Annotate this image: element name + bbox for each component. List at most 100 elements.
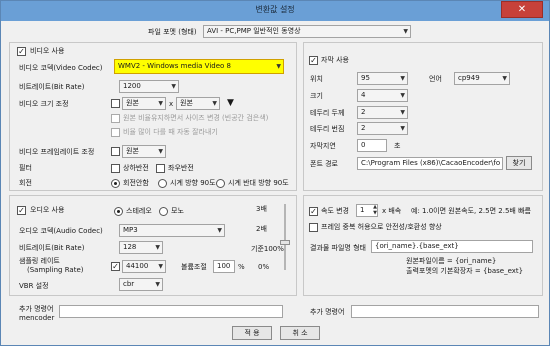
file-format-label: 파일 포멧 (형태): [148, 28, 197, 36]
chevron-down-icon: ▼: [400, 125, 405, 132]
audio-use-checkbox[interactable]: ✓: [17, 206, 26, 215]
output-name-label: 결과물 파일명 형태: [310, 244, 366, 252]
volume-unit: %: [238, 263, 245, 271]
apply-button[interactable]: 적 용: [232, 326, 272, 340]
subtitle-position-value: 95: [361, 74, 370, 82]
mencoder-label-2: mencoder: [19, 314, 55, 322]
chevron-down-icon: ▼: [217, 227, 222, 234]
chevron-down-icon: ▼: [502, 75, 507, 82]
video-framerate-select[interactable]: 원본 ▼: [122, 145, 166, 158]
down-triangle-icon[interactable]: ▼: [227, 97, 234, 109]
mono-radio[interactable]: [159, 207, 168, 216]
video-framerate-label: 비디오 프레임레이트 조정: [19, 148, 95, 156]
video-use-checkbox[interactable]: ✓: [17, 47, 26, 56]
extra-cmd-input[interactable]: [351, 305, 539, 318]
rotate-cw-radio[interactable]: [158, 179, 167, 188]
flip-v-checkbox[interactable]: [111, 164, 120, 173]
volume-label: 볼륨조절: [181, 263, 207, 271]
samplerate-select[interactable]: 44100 ▼: [122, 260, 166, 273]
video-codec-label: 비디오 코덱(Video Codec): [19, 64, 103, 72]
speed-spinner-icon[interactable]: ▲ ▼: [371, 204, 379, 217]
font-path-input[interactable]: C:\Program Files (x86)\CacaoEncoder\fo: [357, 157, 503, 170]
rotate-none-label: 회전안함: [123, 179, 149, 187]
window-title: 변환값 설정: [255, 5, 295, 14]
subtitle-blur-label: 테두리 번짐: [310, 125, 345, 133]
filter-label: 필터: [19, 164, 32, 172]
keep-ratio-checkbox[interactable]: [111, 114, 120, 123]
keep-ratio-label: 원본 비율유지하면서 사이즈 변경 (빈공간 검은색): [123, 114, 269, 122]
subtitle-size-label: 크기: [310, 92, 323, 100]
subtitle-size-select[interactable]: 4 ▼: [357, 89, 408, 102]
video-bitrate-value: 1200: [123, 82, 141, 90]
slider-3x-label: 3배: [256, 205, 267, 213]
vbr-value: cbr: [123, 280, 135, 288]
speed-checkbox[interactable]: ✓: [309, 207, 318, 216]
audio-bitrate-label: 비트레이트(Bit Rate): [19, 244, 85, 252]
frame-dup-checkbox[interactable]: [309, 223, 318, 232]
video-codec-value: WMV2 - Windows media Video 8: [118, 62, 231, 70]
rotate-ccw-radio[interactable]: [216, 179, 225, 188]
flip-h-label: 좌우반전: [168, 164, 194, 172]
volume-slider-thumb[interactable]: [280, 240, 290, 245]
slider-default-label: 기준100%: [251, 245, 284, 253]
subtitle-border-select[interactable]: 2 ▼: [357, 106, 408, 119]
video-bitrate-select[interactable]: 1200 ▼: [119, 80, 179, 93]
chevron-down-icon: ▼: [155, 281, 160, 288]
rotate-ccw-label: 시계 반대 방향 90도: [228, 179, 289, 187]
auto-crop-checkbox[interactable]: [111, 128, 120, 137]
video-framerate-checkbox[interactable]: [111, 147, 120, 156]
cancel-button[interactable]: 취 소: [280, 326, 320, 340]
video-size-checkbox[interactable]: [111, 99, 120, 108]
audio-codec-select[interactable]: MP3 ▼: [119, 224, 225, 237]
subtitle-position-select[interactable]: 95 ▼: [357, 72, 408, 85]
chevron-down-icon: ▼: [155, 244, 160, 251]
chevron-down-icon: ▼: [400, 75, 405, 82]
vbr-select[interactable]: cbr ▼: [119, 278, 163, 291]
subtitle-lang-select[interactable]: cp949 ▼: [454, 72, 510, 85]
video-codec-select[interactable]: WMV2 - Windows media Video 8 ▼: [114, 59, 284, 74]
video-use-label: 비디오 사용: [30, 47, 65, 55]
browse-button[interactable]: 찾기: [506, 156, 532, 170]
slider-zero-label: 0%: [258, 263, 270, 271]
audio-bitrate-select[interactable]: 128 ▼: [119, 241, 163, 254]
close-button[interactable]: ✕: [501, 1, 543, 18]
subtitle-blur-value: 2: [361, 124, 366, 132]
stereo-radio[interactable]: [114, 207, 123, 216]
speed-label: 속도 변경: [321, 207, 349, 215]
samplerate-checkbox[interactable]: ✓: [111, 262, 120, 271]
mencoder-cmd-input[interactable]: [59, 305, 283, 318]
subtitle-use-label: 자막 사용: [321, 56, 349, 64]
video-size-x: x: [169, 100, 174, 108]
font-path-label: 폰트 경로: [310, 160, 338, 168]
volume-input[interactable]: 100: [213, 260, 235, 273]
audio-bitrate-value: 128: [123, 243, 137, 251]
vbr-label: VBR 설정: [19, 282, 49, 290]
chevron-down-icon: ▼: [400, 109, 405, 116]
subtitle-delay-input[interactable]: 0: [357, 139, 387, 152]
video-width-select[interactable]: 원본 ▼: [122, 97, 166, 110]
speed-description: 예: 1.0이면 원본속도, 2.5면 2.5배 빠름: [411, 207, 531, 215]
chevron-down-icon: ▼: [171, 83, 176, 90]
output-name-input[interactable]: {ori_name}.{base_ext}: [371, 240, 533, 253]
video-height-select[interactable]: 원본 ▼: [176, 97, 220, 110]
subtitle-lang-value: cp949: [458, 74, 480, 82]
slider-2x-label: 2배: [256, 225, 267, 233]
subtitle-blur-select[interactable]: 2 ▼: [357, 122, 408, 135]
chevron-down-icon: ▼: [212, 100, 217, 107]
subtitle-delay-unit: 초: [394, 142, 401, 150]
auto-crop-label: 비율 많이 다를 때 자동 잘라내기: [123, 128, 218, 136]
file-format-select[interactable]: AVI - PC,PMP 일반적인 동영상 ▼: [203, 25, 411, 38]
subtitle-size-value: 4: [361, 91, 366, 99]
chevron-down-icon: ▼: [158, 263, 163, 270]
subtitle-use-checkbox[interactable]: ✓: [309, 56, 318, 65]
output-hint-2: 출력포멧의 기본확장자 = {base_ext}: [406, 267, 524, 275]
subtitle-border-label: 테두리 두께: [310, 109, 345, 117]
speed-multiplier: x 배속: [382, 207, 402, 215]
volume-slider-track[interactable]: [280, 204, 290, 270]
subtitle-border-value: 2: [361, 108, 366, 116]
video-height-value: 원본: [180, 99, 193, 107]
samplerate-value: 44100: [126, 262, 149, 270]
flip-h-checkbox[interactable]: [156, 164, 165, 173]
extra-cmd-label: 추가 명령어: [310, 308, 345, 316]
rotate-none-radio[interactable]: [111, 179, 120, 188]
